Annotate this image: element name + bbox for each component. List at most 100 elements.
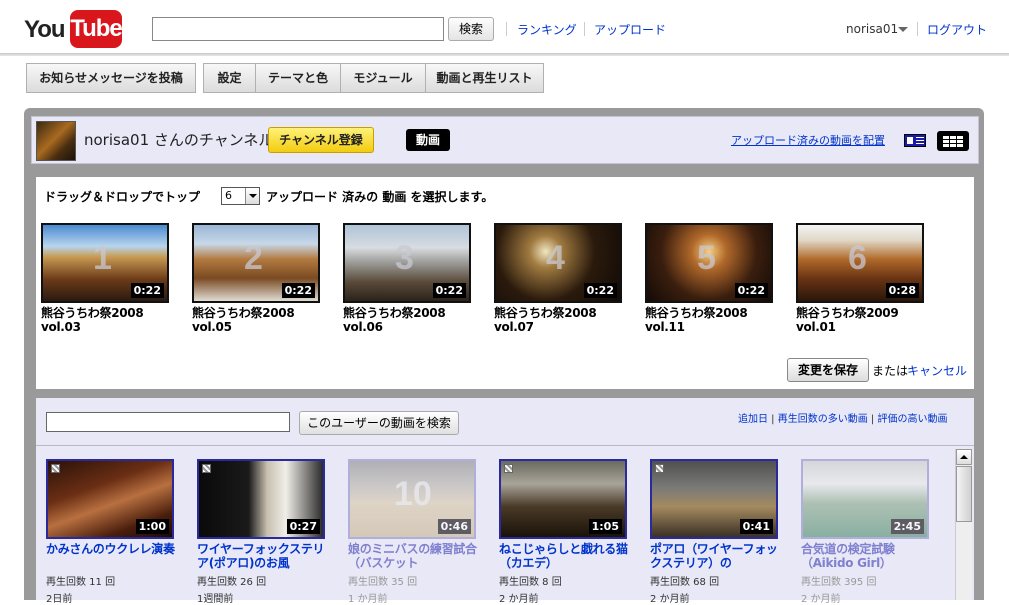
video-item[interactable]: 2:45 合気道の検定試験（Aikido Girl） 再生回数 395 回 2 … — [801, 459, 931, 605]
video-title-link[interactable]: 娘のミニバスの練習試合（バスケット — [348, 542, 478, 570]
video-thumbnail[interactable]: 6 0:28 — [796, 223, 924, 303]
video-title-link[interactable]: ねこじゃらしと戯れる猫（カエデ） — [499, 542, 629, 570]
video-thumbnail[interactable]: 2:45 — [801, 459, 929, 539]
sort-most-viewed-link[interactable]: 再生回数の多い動画 — [778, 414, 868, 425]
video-title-link[interactable]: ポアロ（ワイヤーフォックステリア）の — [650, 542, 780, 570]
tab-videos[interactable]: 動画 — [406, 129, 450, 151]
featured-slot[interactable]: 1 0:22 熊谷うちわ祭2008 vol.03 — [41, 223, 169, 334]
video-item[interactable]: 1:05 ねこじゃらしと戯れる猫（カエデ） 再生回数 8 回 2 か月前 — [499, 459, 629, 605]
chevron-down-icon[interactable] — [245, 188, 259, 204]
video-duration: 0:28 — [885, 283, 919, 298]
video-thumbnail[interactable]: 1:00 — [46, 459, 174, 539]
slot-number: 2 — [244, 239, 263, 277]
video-duration: 0:41 — [739, 519, 773, 534]
video-item[interactable]: 1:00 かみさんのウクレレ演奏 再生回数 11 回 2日前 — [46, 459, 176, 605]
list-view-icon[interactable] — [904, 134, 926, 147]
video-duration: 0:22 — [432, 283, 466, 298]
view-count: 再生回数 11 回 — [46, 577, 116, 588]
save-changes-button[interactable]: 変更を保存 — [787, 358, 869, 382]
view-count: 再生回数 8 回 — [499, 577, 562, 588]
cancel-link[interactable]: キャンセル — [907, 362, 967, 379]
video-title[interactable]: 熊谷うちわ祭2008 vol.03 — [41, 306, 169, 334]
video-title[interactable]: 熊谷うちわ祭2008 vol.11 — [645, 306, 773, 334]
videos-playlists-button[interactable]: 動画と再生リスト — [425, 63, 544, 93]
drag-handle-icon[interactable] — [655, 464, 664, 473]
video-item[interactable]: 0:27 ワイヤーフォックステリア(ポアロ)のお風 再生回数 26 回 1週間前 — [197, 459, 327, 605]
drag-handle-icon[interactable] — [51, 464, 60, 473]
featured-count-value: 6 — [225, 189, 232, 202]
sort-date-added-link[interactable]: 追加日 — [738, 414, 768, 425]
upload-age: 1週間前 — [197, 594, 234, 605]
featured-slot[interactable]: 5 0:22 熊谷うちわ祭2008 vol.11 — [645, 223, 773, 334]
upload-age: 1 か月前 — [348, 594, 388, 605]
username-menu[interactable]: norisa01 — [846, 22, 898, 36]
arrange-uploads-link[interactable]: アップロード済みの動画を配置 — [731, 132, 885, 148]
featured-slot[interactable]: 3 0:22 熊谷うちわ祭2008 vol.06 — [343, 223, 471, 334]
video-thumbnail[interactable]: 10 0:46 — [348, 459, 476, 539]
drag-handle-icon[interactable] — [504, 464, 513, 473]
nav-upload-link[interactable]: アップロード — [594, 21, 666, 38]
channel-avatar[interactable] — [36, 121, 76, 161]
scrollbar-thumb[interactable] — [956, 466, 972, 522]
video-duration: 0:22 — [130, 283, 164, 298]
video-title[interactable]: 熊谷うちわ祭2009 vol.01 — [796, 306, 924, 334]
video-thumbnail[interactable]: 0:41 — [650, 459, 778, 539]
featured-count-select[interactable]: 6 — [221, 187, 260, 205]
search-input[interactable] — [152, 17, 444, 41]
video-title[interactable]: 熊谷うちわ祭2008 vol.07 — [494, 306, 622, 334]
grid-view-icon[interactable] — [937, 131, 969, 151]
modules-button[interactable]: モジュール — [340, 63, 425, 93]
logo-you: You — [24, 16, 66, 43]
video-thumbnail[interactable]: 1 0:22 — [41, 223, 169, 303]
upload-age: 2 か月前 — [499, 594, 539, 605]
user-videos-search-input[interactable] — [46, 412, 290, 432]
sort-options: 追加日 | 再生回数の多い動画 | 評価の高い動画 — [738, 414, 948, 425]
view-count: 再生回数 35 回 — [348, 577, 418, 588]
featured-slot[interactable]: 2 0:22 熊谷うちわ祭2008 vol.05 — [192, 223, 320, 334]
video-thumbnail[interactable]: 3 0:22 — [343, 223, 471, 303]
video-thumbnail[interactable]: 5 0:22 — [645, 223, 773, 303]
youtube-logo[interactable]: You Tube — [24, 10, 124, 48]
video-duration: 0:27 — [286, 519, 320, 534]
video-thumbnail[interactable]: 2 0:22 — [192, 223, 320, 303]
view-count: 再生回数 395 回 — [801, 577, 877, 588]
video-duration: 0:22 — [734, 283, 768, 298]
logo-tube: Tube — [70, 10, 123, 48]
themes-button[interactable]: テーマと色 — [255, 63, 340, 93]
featured-slot[interactable]: 4 0:22 熊谷うちわ祭2008 vol.07 — [494, 223, 622, 334]
sort-top-rated-link[interactable]: 評価の高い動画 — [877, 414, 947, 425]
upload-age: 2日前 — [46, 594, 73, 605]
editor-instruction-start: ドラッグ＆ドロップでトップ — [44, 190, 201, 204]
drag-handle-icon[interactable] — [202, 464, 211, 473]
nav-ranking-link[interactable]: ランキング — [517, 21, 577, 38]
scroll-up-icon[interactable] — [956, 449, 972, 465]
divider — [584, 22, 585, 36]
video-duration: 0:22 — [281, 283, 315, 298]
video-thumbnail[interactable]: 4 0:22 — [494, 223, 622, 303]
video-thumbnail[interactable]: 1:05 — [499, 459, 627, 539]
post-bulletin-button[interactable]: お知らせメッセージを投稿 — [26, 63, 196, 93]
channel-title: norisa01 さんのチャンネル — [84, 131, 274, 149]
logout-link[interactable]: ログアウト — [927, 21, 987, 38]
channel-edit-toolbar: お知らせメッセージを投稿 設定 テーマと色 モジュール 動画と再生リスト — [0, 56, 1009, 102]
subscribe-button[interactable]: チャンネル登録 — [268, 127, 374, 153]
video-duration: 2:45 — [890, 519, 924, 534]
divider — [917, 22, 918, 36]
video-title-link[interactable]: ワイヤーフォックステリア(ポアロ)のお風 — [197, 542, 327, 570]
chevron-down-icon[interactable] — [898, 27, 908, 32]
video-title[interactable]: 熊谷うちわ祭2008 vol.05 — [192, 306, 320, 334]
settings-button[interactable]: 設定 — [203, 63, 255, 93]
video-title[interactable]: 熊谷うちわ祭2008 vol.06 — [343, 306, 471, 334]
user-videos-search-button[interactable]: このユーザーの動画を検索 — [299, 411, 459, 435]
video-title-link[interactable]: 合気道の検定試験（Aikido Girl） — [801, 542, 931, 570]
video-item[interactable]: 0:41 ポアロ（ワイヤーフォックステリア）の 再生回数 68 回 2 か月前 — [650, 459, 780, 605]
upload-age: 2 か月前 — [650, 594, 690, 605]
playlist-number: 10 — [394, 475, 432, 513]
search-button[interactable]: 検索 — [448, 17, 494, 41]
featured-slot[interactable]: 6 0:28 熊谷うちわ祭2009 vol.01 — [796, 223, 924, 334]
video-thumbnail[interactable]: 0:27 — [197, 459, 325, 539]
video-item[interactable]: 10 0:46 娘のミニバスの練習試合（バスケット 再生回数 35 回 1 か月… — [348, 459, 478, 605]
video-duration: 0:46 — [437, 519, 471, 534]
video-title-link[interactable]: かみさんのウクレレ演奏 — [46, 542, 176, 570]
slot-number: 4 — [546, 239, 565, 277]
